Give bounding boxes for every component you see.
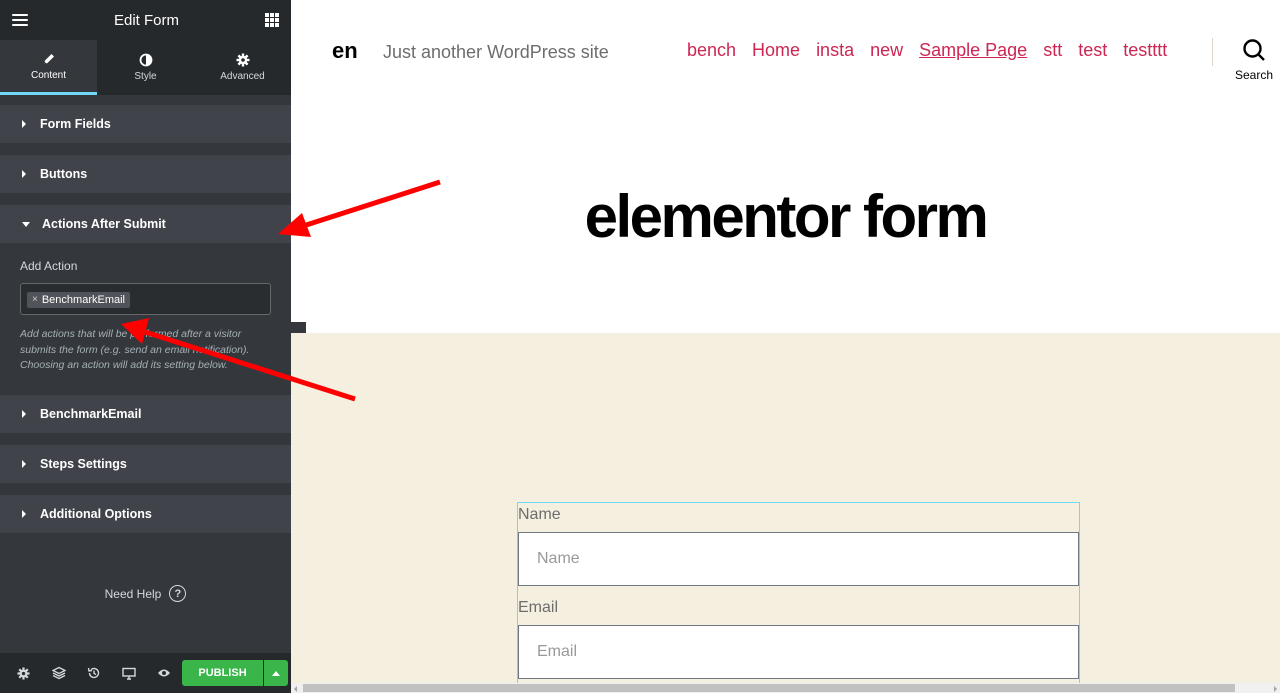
- half-circle-icon: [139, 53, 152, 67]
- selected-action-label: BenchmarkEmail: [41, 293, 125, 306]
- history-icon[interactable]: [76, 653, 111, 693]
- tab-style[interactable]: Style: [97, 40, 194, 95]
- publish-options-button[interactable]: [264, 660, 288, 686]
- add-action-description: Add actions that will be performed after…: [20, 328, 250, 371]
- site-tagline: Just another WordPress site: [383, 42, 609, 62]
- panel-footer: PUBLISH: [0, 653, 291, 693]
- tab-style-label: Style: [134, 71, 157, 82]
- email-input[interactable]: Email: [518, 625, 1079, 679]
- search-icon: [1243, 39, 1265, 61]
- add-action-label: Add Action: [20, 259, 78, 273]
- scroll-left-icon[interactable]: [294, 686, 297, 692]
- question-circle-icon: ?: [169, 585, 187, 602]
- need-help-label: Need Help: [104, 586, 162, 601]
- email-field-label: Email: [518, 599, 559, 616]
- caret-down-icon: [22, 221, 30, 227]
- section-label: Additional Options: [40, 507, 152, 521]
- editor-panel: Edit Form Content Style Advanced Form Fi…: [0, 0, 291, 693]
- need-help-link[interactable]: Need Help ?: [0, 585, 291, 602]
- nav-item-bench[interactable]: bench: [687, 40, 736, 61]
- section-buttons[interactable]: Buttons: [0, 155, 291, 193]
- caret-right-icon: [22, 120, 26, 128]
- nav-item-sample-page[interactable]: Sample Page: [919, 40, 1027, 61]
- email-input-placeholder: Email: [537, 643, 578, 660]
- section-actions-after-submit[interactable]: Actions After Submit: [0, 205, 291, 243]
- nav-divider: [1212, 38, 1213, 66]
- horizontal-scrollbar[interactable]: [291, 683, 1280, 693]
- nav-item-testttt[interactable]: testttt: [1123, 40, 1167, 61]
- gear-icon: [236, 53, 249, 67]
- widgets-grid-icon[interactable]: [264, 13, 279, 27]
- panel-header: Edit Form: [0, 0, 291, 40]
- name-input-placeholder: Name: [537, 550, 580, 567]
- publish-button[interactable]: PUBLISH: [182, 660, 263, 686]
- primary-nav: bench Home insta new Sample Page stt tes…: [687, 40, 1183, 61]
- nav-item-new[interactable]: new: [870, 40, 903, 61]
- section-steps-settings[interactable]: Steps Settings: [0, 445, 291, 483]
- section-additional-options[interactable]: Additional Options: [0, 495, 291, 533]
- remove-chip-icon[interactable]: ×: [32, 294, 38, 305]
- caret-right-icon: [22, 460, 26, 468]
- scrollbar-thumb[interactable]: [303, 684, 1235, 692]
- pencil-icon: [43, 53, 54, 64]
- tab-content-label: Content: [30, 69, 67, 81]
- name-field-label: Name: [518, 506, 561, 523]
- settings-gear-icon[interactable]: [6, 653, 41, 693]
- panel-title: Edit Form: [113, 11, 179, 29]
- panel-tabs: Content Style Advanced: [0, 40, 291, 95]
- section-label: BenchmarkEmail: [40, 407, 142, 421]
- page-title: elementor form: [584, 183, 989, 250]
- preview-eye-icon[interactable]: [146, 653, 181, 693]
- tab-advanced-label: Advanced: [220, 71, 265, 82]
- selected-action-chip: × BenchmarkEmail: [27, 291, 130, 308]
- nav-item-home[interactable]: Home: [752, 40, 800, 61]
- scroll-right-icon[interactable]: [1274, 686, 1277, 692]
- caret-right-icon: [22, 410, 26, 418]
- caret-right-icon: [22, 510, 26, 518]
- tab-content[interactable]: Content: [0, 40, 97, 95]
- search-label: Search: [1234, 68, 1274, 82]
- nav-item-insta[interactable]: insta: [816, 40, 854, 61]
- search-toggle[interactable]: Search: [1228, 38, 1280, 82]
- menu-icon[interactable]: [12, 14, 28, 26]
- caret-up-icon: [272, 670, 280, 676]
- section-benchmarkemail[interactable]: BenchmarkEmail: [0, 395, 291, 433]
- name-input[interactable]: Name: [518, 532, 1079, 586]
- section-label: Actions After Submit: [42, 217, 166, 231]
- section-label: Form Fields: [40, 117, 111, 131]
- caret-right-icon: [22, 170, 26, 178]
- site-title[interactable]: en: [332, 38, 358, 64]
- navigator-layers-icon[interactable]: [41, 653, 76, 693]
- add-action-select[interactable]: × BenchmarkEmail: [20, 283, 271, 315]
- tab-advanced[interactable]: Advanced: [194, 40, 291, 95]
- section-form-fields[interactable]: Form Fields: [0, 105, 291, 143]
- nav-item-test[interactable]: test: [1078, 40, 1107, 61]
- section-label: Buttons: [40, 167, 88, 181]
- actions-after-submit-body: Add Action × BenchmarkEmail Add actions …: [0, 245, 291, 386]
- responsive-desktop-icon[interactable]: [111, 653, 146, 693]
- section-label: Steps Settings: [40, 457, 127, 471]
- nav-item-stt[interactable]: stt: [1043, 40, 1062, 61]
